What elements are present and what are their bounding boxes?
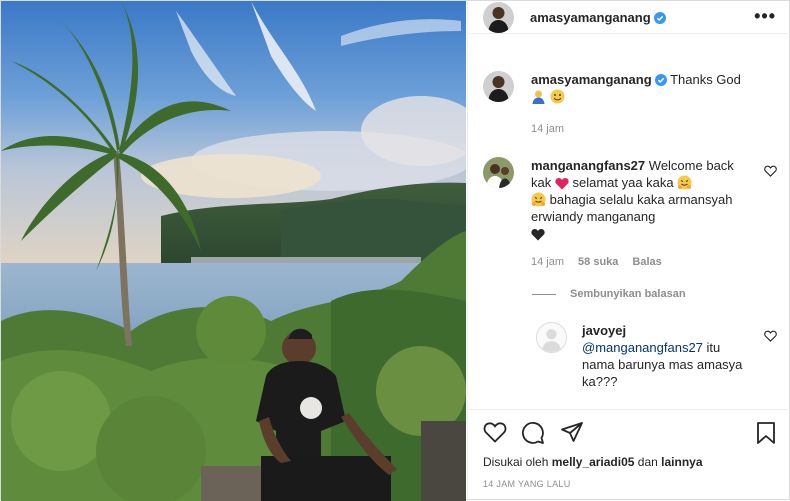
- reply-button[interactable]: Balas: [632, 256, 661, 268]
- caption: amasyamanganang Thanks God: [483, 71, 777, 131]
- comment-text-part: bahagia selalu kaka armansyah erwiandy m…: [531, 192, 733, 224]
- post-side-panel: amasyamanganang ••• amasyamanganang Than…: [467, 1, 790, 501]
- caption-meta: 14 jam: [531, 123, 578, 135]
- commenter-avatar[interactable]: [483, 157, 514, 188]
- verified-badge-icon: [653, 12, 666, 24]
- hide-replies-line: [532, 293, 556, 295]
- person-emoji-icon: [532, 90, 545, 104]
- smiling-face-emoji-icon: [550, 89, 565, 104]
- comment-icon[interactable]: [521, 421, 545, 445]
- hide-replies-button[interactable]: Sembunyikan balasan: [532, 288, 686, 300]
- caption-body: amasyamanganang Thanks God: [531, 71, 777, 105]
- caption-avatar[interactable]: [483, 71, 514, 102]
- like-comment-heart-icon[interactable]: [764, 165, 777, 177]
- heart-icon[interactable]: [483, 421, 507, 443]
- liked-by: Disukai oleh melly_ariadi05 dan lainnya: [483, 455, 703, 469]
- like-reply-heart-icon[interactable]: [764, 330, 777, 342]
- liked-by-conj: dan: [637, 455, 658, 469]
- reply-mention-link[interactable]: @manganangfans27: [582, 340, 703, 355]
- more-options-icon[interactable]: •••: [754, 6, 776, 27]
- caption-username[interactable]: amasyamanganang: [531, 72, 652, 87]
- caption-time[interactable]: 14 jam: [531, 123, 564, 135]
- reply-body: javoyej @manganangfans27 itu nama baruny…: [582, 322, 752, 390]
- post-photo[interactable]: [1, 1, 466, 501]
- liked-by-user-link[interactable]: melly_ariadi05: [552, 455, 635, 469]
- photo-scene: [1, 1, 466, 501]
- author-username[interactable]: amasyamanganang: [530, 10, 666, 25]
- comments-list: amasyamanganang Thanks God 14 jam mangan…: [468, 57, 790, 409]
- verified-badge-icon: [654, 74, 667, 86]
- post-header: amasyamanganang •••: [468, 1, 790, 34]
- share-icon[interactable]: [560, 421, 584, 443]
- comment-item: manganangfans27 Welcome back kak selamat…: [483, 157, 777, 297]
- hugging-face-emoji-icon: [531, 192, 546, 207]
- reply-username[interactable]: javoyej: [582, 323, 626, 338]
- hide-replies-label[interactable]: Sembunyikan balasan: [570, 288, 686, 300]
- post-actions: Disukai oleh melly_ariadi05 dan lainnya …: [468, 409, 790, 501]
- liked-by-prefix: Disukai oleh: [483, 455, 549, 469]
- comment-text-part: selamat yaa kaka: [572, 175, 674, 190]
- bookmark-icon[interactable]: [755, 421, 777, 445]
- liked-by-others-link[interactable]: lainnya: [661, 455, 702, 469]
- post-frame: amasyamanganang ••• amasyamanganang Than…: [0, 0, 790, 501]
- caption-text: Thanks God: [670, 72, 741, 87]
- replier-avatar[interactable]: [536, 322, 567, 353]
- comment-body: manganangfans27 Welcome back kak selamat…: [531, 157, 753, 242]
- comment-likes[interactable]: 58 suka: [578, 256, 618, 268]
- black-heart-emoji-icon: [531, 229, 545, 241]
- comment-time[interactable]: 14 jam: [531, 256, 564, 268]
- author-username-text[interactable]: amasyamanganang: [530, 10, 651, 25]
- red-heart-emoji-icon: [555, 178, 569, 190]
- post-timestamp[interactable]: 14 JAM YANG LALU: [483, 479, 571, 489]
- hugging-face-emoji-icon: [677, 175, 692, 190]
- comment-username[interactable]: manganangfans27: [531, 158, 645, 173]
- comment-meta: 14 jam 58 suka Balas: [531, 256, 676, 268]
- reply-item: javoyej @manganangfans27 itu nama baruny…: [536, 322, 777, 402]
- author-avatar[interactable]: [483, 2, 514, 33]
